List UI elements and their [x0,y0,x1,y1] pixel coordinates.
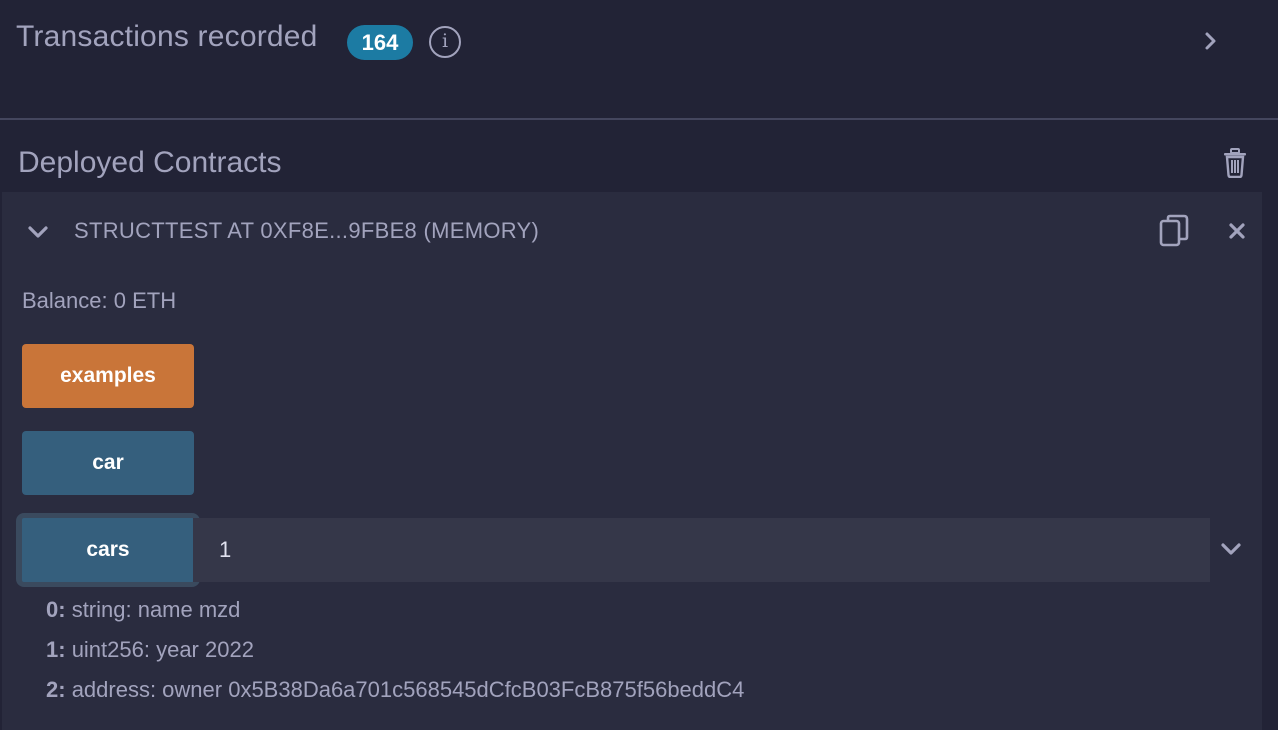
transactions-recorded-header[interactable]: Transactions recorded 164 i [0,0,1278,118]
deployed-contracts-title: Deployed Contracts [18,146,282,179]
remix-run-panel: Transactions recorded 164 i Deployed Con… [0,0,1278,730]
transactions-count-badge: 164 [347,25,413,60]
cars-argument-input[interactable] [193,518,1210,582]
cars-button[interactable]: cars [22,518,194,582]
output-index: 2: [46,677,66,702]
output-item: 2: address: owner 0x5B38Da6a701c568545dC… [46,677,744,703]
output-value: string: name mzd [71,597,241,622]
output-value: uint256: year 2022 [71,637,254,662]
output-item: 1: uint256: year 2022 [46,637,254,663]
close-icon[interactable] [1226,220,1248,242]
transactions-recorded-title: Transactions recorded [16,20,318,53]
chevron-down-icon[interactable] [26,222,50,242]
info-icon[interactable]: i [429,26,461,58]
section-divider [0,118,1278,120]
output-index: 1: [46,637,66,662]
contract-balance: Balance: 0 ETH [22,288,177,313]
contract-instance-title[interactable]: STRUCTTEST AT 0XF8E...9FBE8 (MEMORY) [74,218,539,244]
expand-params-icon[interactable] [1218,539,1244,559]
copy-icon[interactable] [1158,213,1190,249]
output-item: 0: string: name mzd [46,597,240,623]
trash-icon[interactable] [1222,148,1248,178]
output-value: address: owner 0x5B38Da6a701c568545dCfcB… [71,677,745,702]
car-button[interactable]: car [22,431,194,495]
output-index: 0: [46,597,66,622]
examples-button[interactable]: examples [22,344,194,408]
chevron-right-icon[interactable] [1199,28,1223,54]
